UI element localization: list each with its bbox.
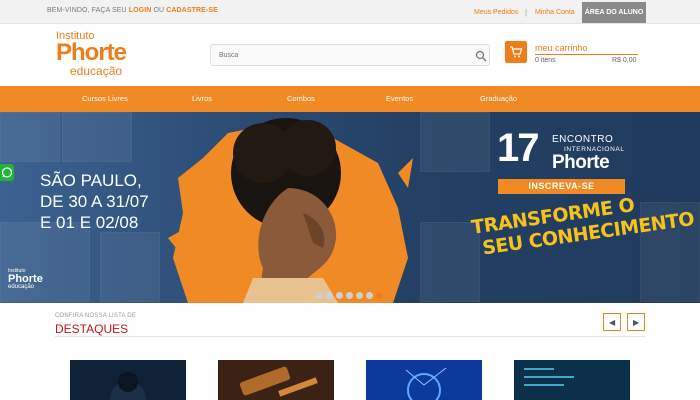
carousel-dot[interactable]	[326, 292, 333, 299]
event-number: 17	[497, 126, 539, 170]
student-area-button[interactable]: ÁREA DO ALUNO	[582, 2, 646, 23]
chevron-left-icon: ◀	[609, 318, 616, 327]
logo-line3: educação	[70, 64, 123, 78]
city-line1: SÃO PAULO,	[40, 171, 142, 190]
carousel-dot[interactable]	[316, 292, 323, 299]
my-orders-link[interactable]: Meus Pedidos	[474, 9, 518, 16]
carousel-dot[interactable]	[356, 292, 363, 299]
product-card-image[interactable]	[70, 360, 186, 400]
search-input[interactable]	[219, 48, 459, 62]
search-box	[210, 44, 490, 66]
chevron-right-icon: ▶	[633, 318, 640, 327]
banner-logo: Instituto Phorte educação	[8, 268, 43, 290]
cart-title[interactable]: meu carrinho	[535, 43, 588, 53]
register-button[interactable]: INSCREVA-SE	[498, 179, 625, 194]
cart-icon[interactable]	[505, 41, 527, 63]
logo-line2: Phorte	[56, 39, 127, 66]
search-icon[interactable]	[475, 49, 487, 62]
login-link[interactable]: LOGIN	[129, 7, 152, 14]
cart-items-count: 0 itens	[535, 57, 556, 64]
carousel-dot[interactable]	[336, 292, 343, 299]
section-divider	[55, 336, 645, 337]
nav-item-livros[interactable]: Livros	[192, 94, 212, 103]
header: Instituto Phorte educação meu carrinho 0…	[0, 24, 700, 86]
topbar-separator: |	[525, 8, 528, 17]
section-title: DESTAQUES	[55, 322, 129, 336]
carousel-dot[interactable]	[366, 292, 373, 299]
next-arrow-button[interactable]: ▶	[627, 313, 645, 331]
nav-item-cursos-livres[interactable]: Cursos Livres	[82, 94, 128, 103]
signup-link[interactable]: CADASTRE-SE	[166, 7, 218, 14]
event-line3: Phorte	[552, 152, 610, 173]
prev-arrow-button[interactable]: ◀	[603, 313, 621, 331]
nav-item-combos[interactable]: Combos	[287, 94, 315, 103]
carousel-dot[interactable]	[346, 292, 353, 299]
or-text: OU	[153, 7, 165, 14]
welcome-text: BEM-VINDO, FAÇA SEU LOGIN OU CADASTRE-SE	[47, 7, 218, 14]
product-card-image[interactable]	[218, 360, 334, 400]
event-line1: ENCONTRO	[552, 134, 614, 145]
product-card-image[interactable]	[366, 360, 482, 400]
top-bar: BEM-VINDO, FAÇA SEU LOGIN OU CADASTRE-SE…	[0, 0, 700, 24]
section-subtitle: CONFIRA NOSSA LISTA DE	[55, 313, 136, 319]
city-line2: DE 30 A 31/07	[40, 192, 149, 211]
product-card-image[interactable]	[514, 360, 630, 400]
orange-splash-photo	[168, 118, 413, 303]
hero-banner[interactable]: SÃO PAULO, DE 30 A 31/07 E 01 E 02/08 In…	[0, 112, 700, 303]
cart-total: R$ 0,00	[612, 57, 637, 64]
whatsapp-icon[interactable]	[0, 164, 14, 181]
nav-item-graduacao[interactable]: Graduação	[480, 94, 517, 103]
cart-divider	[535, 54, 638, 55]
welcome-prefix: BEM-VINDO, FAÇA SEU	[47, 7, 127, 14]
site-logo[interactable]: Instituto Phorte educação	[56, 30, 136, 80]
banner-logo-line2: Phorte	[8, 273, 43, 285]
city-line3: E 01 E 02/08	[40, 213, 139, 232]
nav-item-eventos[interactable]: Eventos	[386, 94, 413, 103]
event-location: SÃO PAULO, DE 30 A 31/07 E 01 E 02/08	[40, 170, 149, 233]
carousel-dot-active[interactable]	[376, 292, 383, 299]
my-account-link[interactable]: Minha Conta	[535, 9, 575, 16]
main-nav: Cursos Livres Livros Combos Eventos Grad…	[0, 86, 700, 112]
